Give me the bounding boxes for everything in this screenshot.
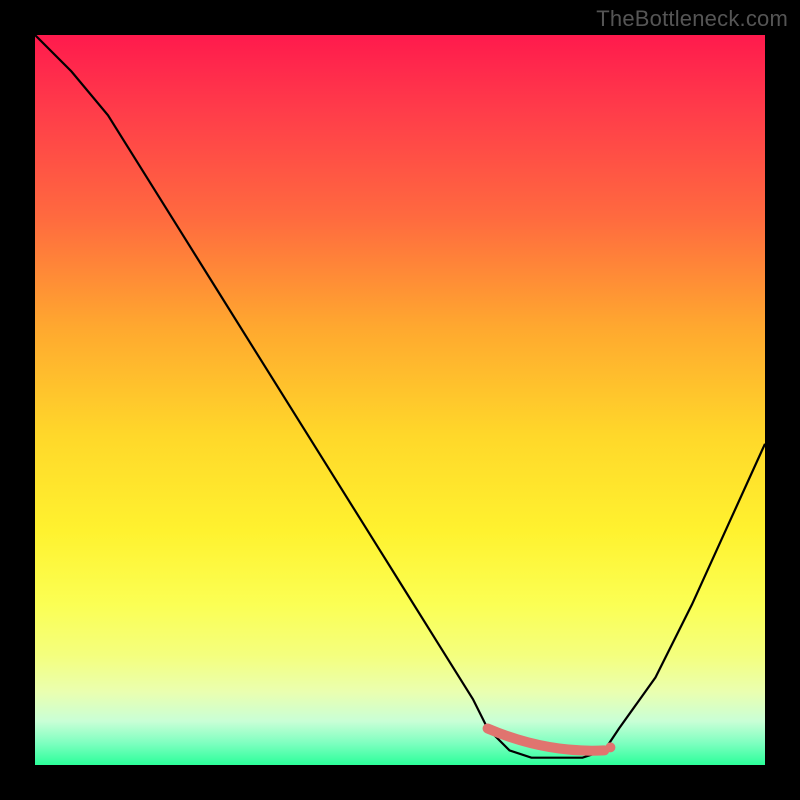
watermark-text: TheBottleneck.com	[596, 6, 788, 32]
flat-region-right-dot	[605, 742, 615, 752]
plot-area	[35, 35, 765, 765]
chart-svg	[35, 35, 765, 765]
outer-frame: TheBottleneck.com	[0, 0, 800, 800]
bottleneck-curve-path	[35, 35, 765, 758]
